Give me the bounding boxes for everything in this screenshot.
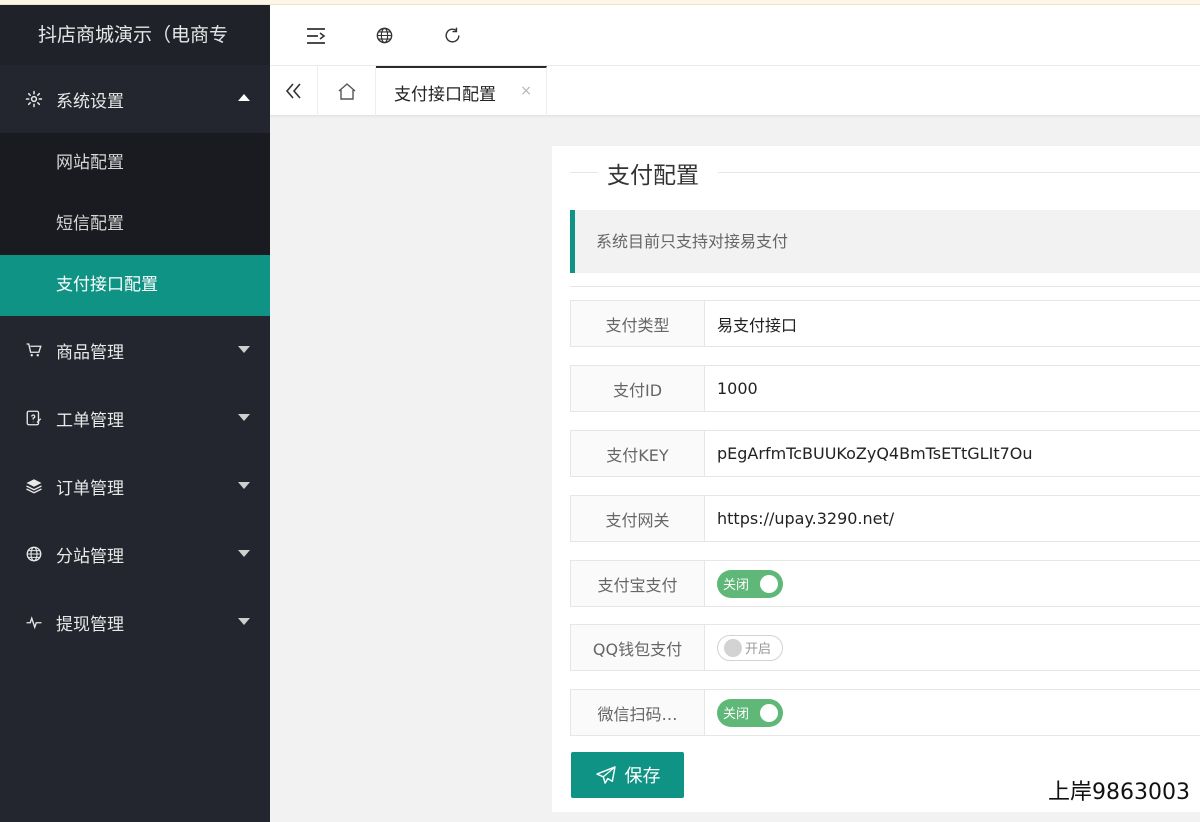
home-icon [338, 82, 355, 100]
field-label: 支付网关 [570, 495, 705, 542]
home-tab[interactable] [318, 66, 376, 116]
sidebar-group-label: 系统设置 [56, 91, 124, 112]
sidebar-submenu: 网站配置 短信配置 支付接口配置 [0, 133, 270, 316]
sidebar-group-label: 商品管理 [56, 342, 124, 363]
pay-key-input[interactable]: pEgArfmTcBUUKoZyQ4BmTsETtGLIt7Ou [704, 430, 1200, 477]
switch-text: 关闭 [723, 707, 750, 722]
wechat-scan-toggle[interactable]: 关闭 [717, 698, 783, 727]
field-label: 支付KEY [570, 430, 705, 477]
sidebar-item-payment-config[interactable]: 支付接口配置 [0, 255, 270, 316]
sidebar-group-label: 工单管理 [56, 410, 124, 431]
qq-wallet-toggle[interactable]: 开启 [717, 634, 783, 661]
menu-toggle-icon[interactable] [286, 5, 346, 66]
tab-scroll-left-button[interactable] [270, 66, 318, 116]
form-row-pay-gateway: 支付网关 https://upay.3290.net/ [570, 495, 1200, 542]
legend-line-left [570, 172, 598, 173]
switch-knob [760, 703, 778, 722]
chevron-down-icon [238, 618, 250, 625]
alipay-switch-cell: 关闭 [704, 560, 1200, 607]
sidebar: 抖店商城演示（电商专 系统设置 网站配置 短信配置 支付接口配置 商品管理 工单… [0, 5, 270, 822]
save-button[interactable]: 保存 [571, 752, 684, 798]
chevron-down-icon [238, 550, 250, 557]
pulse-icon [24, 612, 44, 632]
watermark: 上岸9863003 [1046, 774, 1192, 806]
pay-id-input[interactable]: 1000 [704, 365, 1200, 412]
sidebar-group-orders[interactable]: 订单管理 [0, 452, 270, 520]
sidebar-group-substations[interactable]: 分站管理 [0, 520, 270, 588]
refresh-icon[interactable] [422, 5, 482, 66]
payment-config-card: 支付配置 系统目前只支持对接易支付 支付类型 易支付接口 支付ID 1000 支… [552, 146, 1200, 812]
chevron-down-icon [238, 414, 250, 421]
field-label: 支付ID [570, 365, 705, 412]
cart-icon [24, 340, 44, 360]
ticket-edit-icon [24, 408, 44, 428]
sidebar-group-label: 提现管理 [56, 614, 124, 635]
form-row-wechat-scan: 微信扫码… 关闭 [570, 689, 1200, 736]
send-icon [595, 766, 617, 784]
notice-box: 系统目前只支持对接易支付 [570, 210, 1200, 273]
switch-text: 关闭 [723, 578, 750, 593]
globe-icon[interactable] [354, 5, 414, 66]
form-row-qq-wallet: QQ钱包支付 开启 [570, 624, 1200, 671]
pay-type-select[interactable]: 易支付接口 [704, 300, 1200, 347]
pay-gateway-input[interactable]: https://upay.3290.net/ [704, 495, 1200, 542]
sidebar-group-tickets[interactable]: 工单管理 [0, 384, 270, 452]
layers-icon [24, 476, 44, 496]
chevron-up-icon [238, 94, 250, 101]
chevron-down-icon [238, 482, 250, 489]
form-row-pay-id: 支付ID 1000 [570, 365, 1200, 412]
switch-knob [724, 638, 742, 657]
sidebar-group-label: 订单管理 [56, 478, 124, 499]
save-label: 保存 [624, 766, 661, 787]
field-label: 支付宝支付 [570, 560, 705, 607]
divider [570, 286, 1200, 287]
form-row-alipay: 支付宝支付 关闭 [570, 560, 1200, 607]
sidebar-group-products[interactable]: 商品管理 [0, 316, 270, 384]
legend-line-right [718, 172, 1200, 173]
sidebar-group-label: 分站管理 [56, 546, 124, 567]
tab-label: 支付接口配置 [394, 84, 496, 105]
top-header [270, 5, 1200, 66]
app-title: 抖店商城演示（电商专 [0, 5, 270, 65]
switch-knob [760, 574, 778, 593]
close-icon[interactable]: × [520, 83, 532, 99]
chevron-down-icon [238, 346, 250, 353]
form-row-pay-key: 支付KEY pEgArfmTcBUUKoZyQ4BmTsETtGLIt7Ou [570, 430, 1200, 477]
field-label: 支付类型 [570, 300, 705, 347]
wechat-switch-cell: 关闭 [704, 689, 1200, 736]
field-label: 微信扫码… [570, 689, 705, 736]
section-legend: 支付配置 [570, 156, 1200, 190]
qq-wallet-switch-cell: 开启 [704, 624, 1200, 671]
globe-icon [24, 544, 44, 564]
tab-bar: 支付接口配置 × [270, 66, 1200, 116]
double-chevron-left-icon [285, 83, 301, 99]
alipay-toggle[interactable]: 关闭 [717, 569, 783, 598]
section-title: 支付配置 [607, 156, 699, 190]
switch-text: 开启 [745, 642, 772, 657]
form-row-pay-type: 支付类型 易支付接口 [570, 300, 1200, 347]
sidebar-item-site-config[interactable]: 网站配置 [0, 133, 270, 194]
sidebar-item-sms-config[interactable]: 短信配置 [0, 194, 270, 255]
gear-icon [24, 89, 44, 109]
tab-payment-config[interactable]: 支付接口配置 × [376, 66, 547, 116]
sidebar-group-withdrawals[interactable]: 提现管理 [0, 588, 270, 656]
sidebar-group-system-settings[interactable]: 系统设置 [0, 65, 270, 133]
field-label: QQ钱包支付 [570, 624, 705, 671]
